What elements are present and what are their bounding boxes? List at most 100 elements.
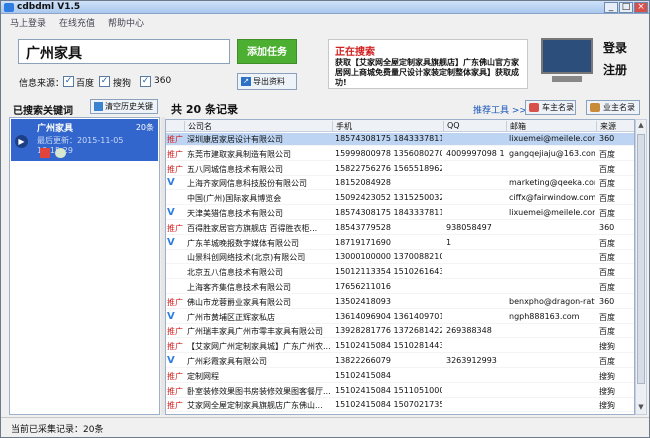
status-bar: 当前已采集记录：20条: [1, 417, 649, 437]
menu-recharge[interactable]: 在线充值: [59, 16, 95, 29]
cell-source: 搜狗: [599, 386, 615, 396]
cell-phone: 15102415084 15110510004 ...: [335, 385, 442, 395]
table-header: 公司名 手机 QQ 邮箱 来源: [166, 120, 634, 132]
cell-company: 山景科创网络技术(北京)有限公司: [187, 253, 306, 263]
cell-phone: 15102415084: [335, 370, 391, 380]
cell-company: 深圳康居家居设计有限公司: [187, 135, 283, 144]
cell-source: 百度: [599, 327, 615, 337]
table-row[interactable]: 北京五八信息技术有限公司 15012113354 15102616430 ... 百…: [166, 266, 634, 280]
promo-tag: 推广: [167, 149, 183, 159]
cell-company: 上海客齐集信息技术有限公司: [187, 283, 291, 292]
baidu-checkbox[interactable]: ✓: [63, 76, 74, 87]
promo-tag: 推广: [167, 223, 183, 233]
cell-company: 东莞市建取家具制造有限公司: [187, 149, 291, 159]
clear-icon: [94, 102, 103, 111]
table-row[interactable]: 推广东莞市建取家具制造有限公司 15999800978 13560802709 .…: [166, 148, 634, 161]
cell-source: 百度: [599, 149, 615, 159]
table-row[interactable]: 推广 佛山市龙蓉爵业家具有限公司 13502418093 benxpho@dragon…: [166, 296, 634, 309]
menu-help[interactable]: 帮助中心: [108, 16, 144, 29]
keyword-input[interactable]: 广州家具: [18, 39, 230, 64]
results-table: 公司名 手机 QQ 邮箱 来源 推广 深圳康居家居设计有限公司 1857430817…: [165, 119, 635, 415]
table-row[interactable]: V 广东羊城晚报数字媒体有限公司 18719171690 1 百度: [166, 237, 634, 250]
table-row[interactable]: V 广州彩霞家具有限公司 13822266079 3263912993 百度: [166, 355, 634, 368]
cell-source: 百度: [599, 164, 615, 174]
col-company[interactable]: 公司名: [184, 121, 332, 132]
table-row[interactable]: 推广 艾家网全屋定制家具旗舰店广东佛山... 15102415084 1507021…: [166, 399, 634, 413]
verified-icon: V: [167, 355, 175, 366]
login-link[interactable]: 登录: [603, 39, 627, 56]
export-button[interactable]: ↗ 导出资料: [237, 73, 297, 90]
cell-company: 百得胜家居官方旗舰店 百得胜衣柜...: [187, 223, 318, 233]
home-owner-button[interactable]: 业主名录: [586, 100, 640, 115]
scroll-up-icon[interactable]: ▲: [636, 121, 646, 132]
cell-company: 上海齐家网信息科技股份有限公司: [187, 179, 307, 189]
cell-email: ciffx@fairwindow.com...: [509, 193, 595, 203]
history-count: 20条: [135, 123, 154, 132]
cell-qq: 269388348: [446, 326, 492, 336]
promo-tag: 推广: [167, 386, 183, 396]
home-owner-label: 业主名录: [603, 103, 635, 112]
table-row[interactable]: 山景科创网络技术(北京)有限公司 13000100000 13700882109 百…: [166, 251, 634, 265]
cell-source: 百度: [599, 312, 615, 322]
cell-company: 中国(广州)国际家具博览会: [187, 194, 282, 204]
recommended-tools-link[interactable]: 推荐工具 >>: [473, 103, 527, 116]
so360-checkbox[interactable]: ✓: [140, 76, 151, 87]
col-email[interactable]: 邮箱: [506, 121, 596, 132]
cell-qq: 3263912993: [446, 356, 497, 365]
cell-company: 天津美猎信息技术有限公司: [187, 209, 283, 218]
cell-phone: 18719171690: [335, 237, 391, 247]
table-row[interactable]: 推广五八同城信息技术有限公司 15822756276 15655189620 ..…: [166, 163, 634, 176]
col-source[interactable]: 来源: [596, 121, 634, 132]
cell-email: gangqejiaju@163.com: [509, 148, 595, 158]
table-row[interactable]: 推广 【艾家网广州定制家具城】广东广州农... 15102415084 151028…: [166, 340, 634, 354]
add-task-button[interactable]: 添加任务: [237, 39, 297, 64]
table-row[interactable]: V 广州市黄埔区正辉家私店 13614096904 13614097017 ... n…: [166, 311, 634, 324]
cell-email: marketing@qeeka.com tg...: [509, 178, 595, 188]
refresh-icon[interactable]: [55, 148, 66, 158]
cell-source: 百度: [599, 209, 615, 218]
table-row[interactable]: V 天津美猎信息技术有限公司 18574308175 18433378115 lixu…: [166, 207, 634, 220]
promo-tag: 推广: [167, 371, 183, 381]
export-icon: ↗: [241, 77, 251, 86]
sogou-checkbox[interactable]: ✓: [99, 76, 110, 87]
close-button[interactable]: ×: [634, 2, 648, 13]
play-icon[interactable]: ▶: [15, 135, 28, 148]
delete-icon[interactable]: [40, 148, 50, 158]
table-row[interactable]: 推广 卧室装修效果图书房装修效果图客餐厅... 15102415084 151105…: [166, 385, 634, 398]
cell-source: 360: [599, 296, 615, 306]
table-row[interactable]: 推广 定制网程 15102415084 搜狗: [166, 370, 634, 383]
table-row[interactable]: V 上海齐家网信息科技股份有限公司 18152084928 marketing@qee…: [166, 177, 634, 191]
promo-tag: 推广: [167, 327, 183, 337]
vertical-scrollbar[interactable]: ▲ ▼: [635, 119, 647, 415]
cell-company: 广东羊城晚报数字媒体有限公司: [187, 238, 299, 248]
cell-phone: 15999800978 13560802709 ...: [335, 148, 442, 158]
history-list: ▶ 广州家具 20条 最后更新：2015-11-05 10:15:29: [9, 117, 160, 415]
maximize-button[interactable]: □: [619, 2, 633, 13]
table-row[interactable]: 中国(广州)国际家具博览会 15092423052 13152500325 ...…: [166, 192, 634, 206]
car-owner-button[interactable]: 车主名录: [525, 100, 576, 115]
register-link[interactable]: 注册: [603, 61, 627, 78]
cell-source: 搜狗: [599, 371, 615, 381]
cell-phone: 13614096904 13614097017 ...: [335, 311, 442, 321]
clear-history-button[interactable]: 清空历史关键: [90, 99, 158, 114]
table-row[interactable]: 推广 广州瑞丰家具广州市零丰家具有限公司 13928281776 137268142…: [166, 325, 634, 339]
menu-login[interactable]: 马上登录: [10, 16, 46, 29]
table-row[interactable]: 推广 百得胜家居官方旗舰店 百得胜衣柜... 18543779528 93805849…: [166, 222, 634, 235]
app-logo-icon: [4, 3, 14, 12]
minimize-button[interactable]: _: [604, 2, 618, 13]
cell-email: lixuemei@meilele.com: [509, 134, 595, 143]
scroll-down-icon[interactable]: ▼: [636, 403, 646, 414]
scroll-thumb[interactable]: [637, 134, 645, 384]
cell-email: benxpho@dragon-rattan...: [509, 296, 595, 306]
col-qq[interactable]: QQ: [443, 121, 506, 132]
so360-label: 360: [154, 76, 172, 86]
table-row[interactable]: 推广 深圳康居家居设计有限公司 18574308175 18433378115 lix…: [166, 133, 634, 146]
cell-company: 【艾家网广州定制家具城】广东广州农...: [187, 342, 331, 352]
verified-icon: V: [167, 177, 175, 189]
cell-source: 百度: [599, 238, 615, 248]
cell-phone: 15092423052 13152500325 ...: [335, 193, 442, 203]
table-row[interactable]: 上海客齐集信息技术有限公司 17656211016 百度: [166, 281, 634, 294]
history-item[interactable]: ▶ 广州家具 20条 最后更新：2015-11-05 10:15:29: [11, 119, 158, 161]
promo-panel: 正在搜索 获取【艾家网全屋定制家具旗舰店】广东佛山官方家居网上商城免费量尺设计家…: [328, 39, 528, 89]
col-phone[interactable]: 手机: [332, 121, 443, 132]
